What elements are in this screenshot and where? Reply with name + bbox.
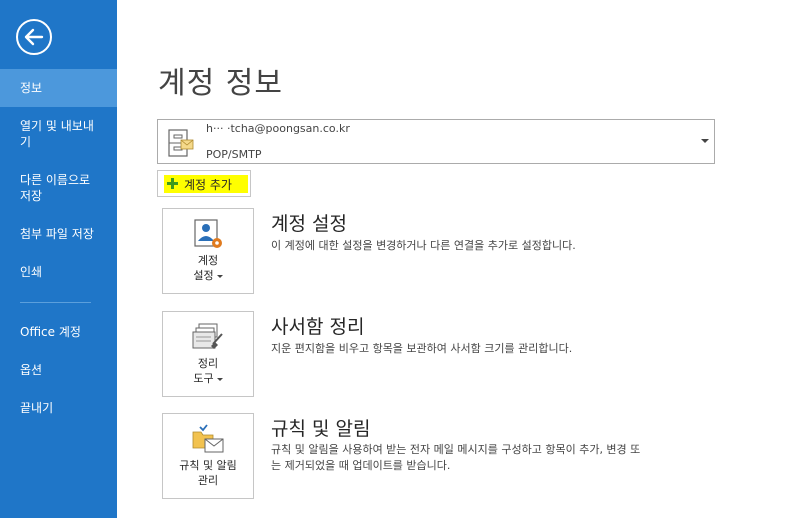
add-account-label: 계정 추가 — [184, 178, 232, 192]
tile-label-line2: 도구 — [163, 372, 253, 386]
plus-icon — [167, 178, 178, 189]
add-account-button[interactable]: 계정 추가 — [157, 170, 251, 197]
mail-cabinet-icon — [168, 129, 194, 157]
nav-info[interactable]: 정보 — [0, 69, 117, 107]
back-arrow-icon — [24, 28, 44, 46]
cleanup-tools-tile[interactable]: 정리 도구 — [162, 311, 254, 397]
backstage-sidebar: 정보 열기 및 내보내 기 다른 이름으로 저장 첨부 파일 저장 인쇄 Off… — [0, 0, 117, 518]
tile-label-line1: 규칙 및 알림 — [179, 459, 237, 472]
nav-divider — [20, 302, 91, 303]
account-settings-tile[interactable]: 계정 설정 — [162, 208, 254, 294]
page-title: 계정 정보 — [158, 66, 283, 101]
tile-label-line1: 정리 — [197, 357, 219, 370]
rules-alerts-tile[interactable]: 규칙 및 알림 관리 — [162, 413, 254, 499]
nav-save-attachments[interactable]: 첨부 파일 저장 — [0, 226, 117, 242]
section-description: 지운 편지함을 비우고 항목을 보관하여 사서함 크기를 관리합니다. — [271, 342, 573, 355]
account-selector[interactable]: h··· ·tcha@poongsan.co.kr POP/SMTP — [157, 119, 715, 164]
tile-label-line1: 계정 — [197, 254, 219, 267]
nav-save-as[interactable]: 다른 이름으로 저장 — [0, 172, 117, 204]
rules-alerts-icon — [192, 424, 224, 453]
nav-open-export[interactable]: 열기 및 내보내 기 — [0, 118, 117, 150]
main-content: 계정 정보 h··· ·tcha@poongsan.co.kr POP/SMTP… — [117, 0, 785, 518]
tile-label-line2: 설정 — [163, 269, 253, 283]
account-email: h··· ·tcha@poongsan.co.kr — [206, 122, 350, 135]
back-button[interactable] — [16, 19, 52, 55]
nav-office-account[interactable]: Office 계정 — [0, 324, 117, 340]
dropdown-arrow-icon[interactable] — [701, 139, 709, 143]
nav-print[interactable]: 인쇄 — [0, 264, 117, 280]
nav-options[interactable]: 옵션 — [0, 362, 117, 378]
caret-down-icon — [216, 377, 223, 381]
section-description: 이 계정에 대한 설정을 변경하거나 다른 연결을 추가로 설정합니다. — [271, 239, 576, 252]
section-title: 규칙 및 알림 — [271, 418, 371, 440]
nav-exit[interactable]: 끝내기 — [0, 400, 117, 416]
caret-down-icon — [216, 274, 223, 278]
cleanup-tools-icon — [192, 323, 223, 349]
account-type: POP/SMTP — [206, 148, 262, 161]
tile-label-line2: 관리 — [197, 474, 219, 487]
section-title: 계정 설정 — [271, 213, 347, 235]
section-description: 규칙 및 알림을 사용하여 받는 전자 메일 메시지를 구성하고 항목이 추가,… — [271, 443, 641, 472]
account-settings-icon — [194, 219, 222, 248]
section-title: 사서함 정리 — [271, 316, 365, 338]
